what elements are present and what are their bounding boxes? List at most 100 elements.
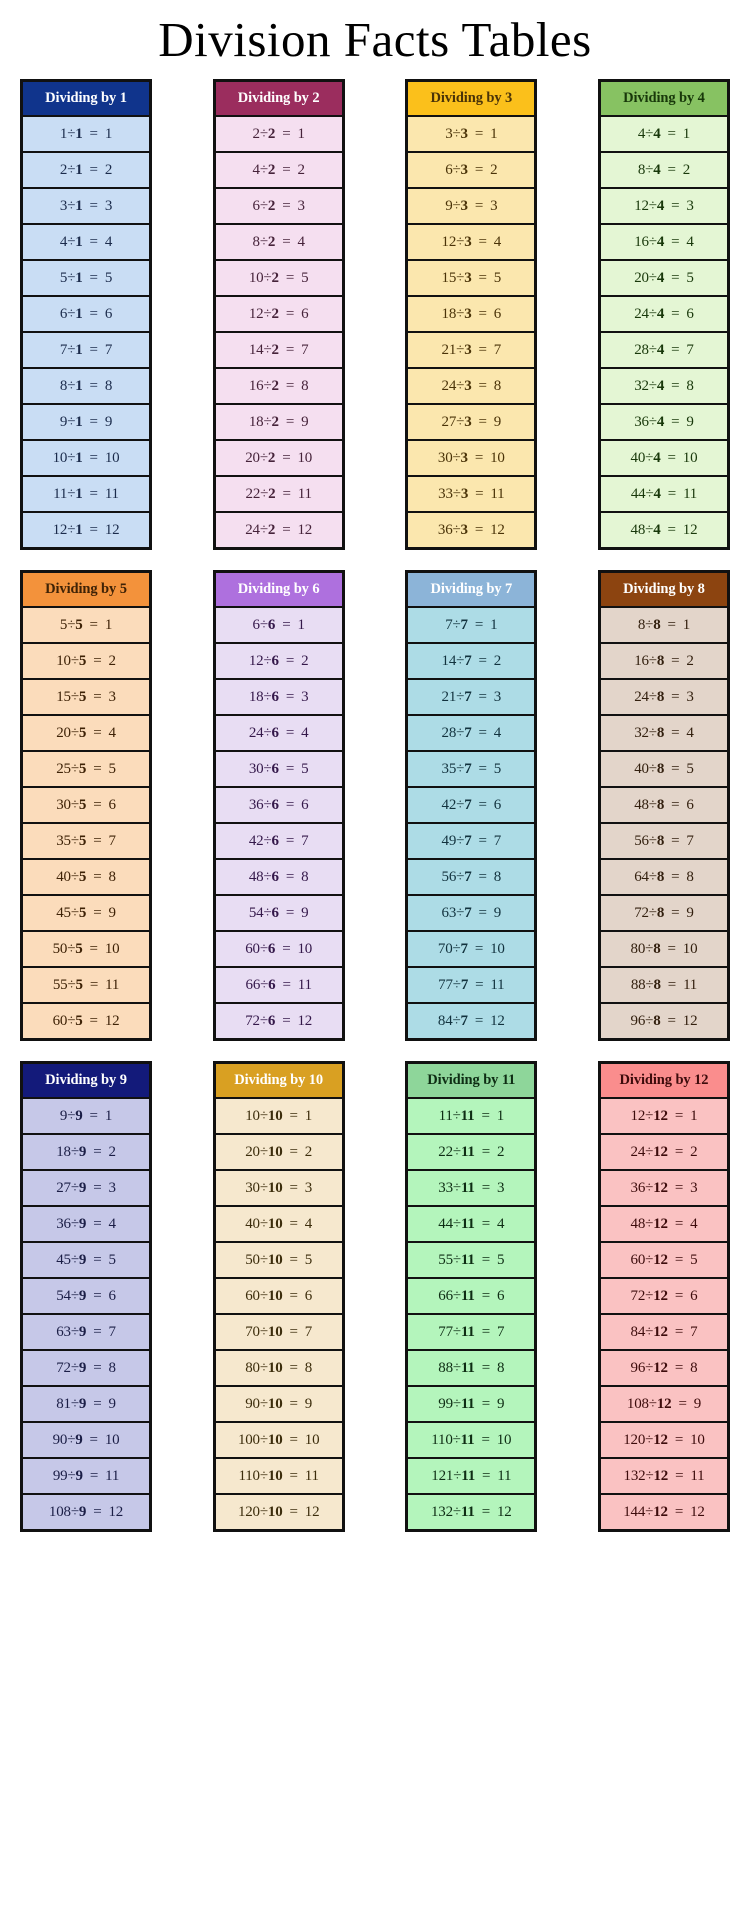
table-row: 18÷6 = 3 — [215, 678, 342, 715]
quotient: 11 — [683, 977, 698, 994]
quotient: 10 — [304, 1432, 320, 1449]
dividend: 54 — [248, 905, 264, 922]
division-sign-icon: ÷ — [70, 797, 79, 814]
divisor: 7 — [460, 617, 469, 634]
divisor: 12 — [653, 1468, 669, 1485]
division-sign-icon: ÷ — [645, 1504, 654, 1521]
division-sign-icon: ÷ — [648, 761, 657, 778]
divisor: 8 — [656, 833, 665, 850]
dividend: 120 — [623, 1432, 646, 1449]
division-sign-icon: ÷ — [70, 1324, 79, 1341]
divisor: 11 — [461, 1468, 476, 1485]
dividend: 90 — [52, 1432, 68, 1449]
equals-sign-icon: = — [282, 126, 291, 143]
quotient: 2 — [297, 162, 305, 179]
division-sign-icon: ÷ — [452, 1013, 461, 1030]
divisor: 5 — [78, 833, 87, 850]
quotient: 6 — [690, 1288, 698, 1305]
dividend: 45 — [56, 1252, 71, 1269]
division-sign-icon: ÷ — [456, 833, 465, 850]
table-row: 33÷3 = 11 — [408, 475, 535, 512]
division-sign-icon: ÷ — [648, 1396, 657, 1413]
divisor: 6 — [271, 653, 280, 670]
dividend: 6 — [445, 162, 453, 179]
divisor: 9 — [78, 1288, 87, 1305]
equals-sign-icon: = — [89, 162, 98, 179]
equals-sign-icon: = — [474, 941, 484, 958]
dividend: 40 — [56, 869, 71, 886]
divisor: 12 — [653, 1504, 668, 1521]
table-row: 56÷7 = 8 — [408, 858, 535, 895]
divisor: 12 — [653, 1108, 668, 1125]
dividend: 81 — [56, 1396, 71, 1413]
division-table-8: Dividing by 8 8÷8 = 1 16÷8 = 2 24÷8 = 3 32÷8 = 4 40÷8… — [597, 570, 730, 1042]
quotient: 10 — [690, 1432, 705, 1449]
equals-sign-icon: = — [478, 725, 487, 742]
division-sign-icon: ÷ — [645, 941, 654, 958]
equals-sign-icon: = — [478, 869, 487, 886]
table-row: 16÷2 = 8 — [215, 367, 342, 404]
equals-sign-icon: = — [93, 833, 102, 850]
table-row: 8÷4 = 2 — [600, 151, 727, 188]
equals-sign-icon: = — [89, 1013, 98, 1030]
division-sign-icon: ÷ — [456, 342, 465, 359]
quotient: 8 — [304, 1360, 313, 1377]
table-group-3: Dividing by 9 9÷9 = 1 18÷9 = 2 27÷9 = 3 36÷9 = 4 45÷9… — [20, 1061, 730, 1533]
table-row: 45÷9 = 5 — [23, 1241, 149, 1278]
table-row: 90÷10 = 9 — [215, 1385, 342, 1422]
divisor: 4 — [653, 126, 661, 143]
division-sign-icon: ÷ — [263, 342, 272, 359]
equals-sign-icon: = — [289, 1360, 298, 1377]
divisor: 3 — [460, 486, 469, 503]
division-sign-icon: ÷ — [456, 725, 465, 742]
division-sign-icon: ÷ — [456, 306, 465, 323]
equals-sign-icon: = — [674, 1504, 684, 1521]
division-facts-page: Division Facts Tables Dividing by 1 1÷1 = 1… — [0, 0, 750, 1920]
dividend: 55 — [52, 977, 68, 994]
dividend: 15 — [441, 270, 457, 287]
dividend: 24 — [248, 725, 264, 742]
divisor: 11 — [460, 1360, 475, 1377]
division-sign-icon: ÷ — [259, 450, 268, 467]
division-sign-icon: ÷ — [452, 1360, 461, 1377]
quotient: 8 — [108, 869, 116, 886]
table-row: 49÷7 = 7 — [408, 822, 535, 859]
equals-sign-icon: = — [474, 198, 484, 215]
divisor: 10 — [267, 1432, 283, 1449]
table-row: 12÷4 = 3 — [600, 187, 727, 224]
division-sign-icon: ÷ — [263, 869, 272, 886]
quotient: 7 — [304, 1324, 313, 1341]
divisor: 3 — [464, 342, 472, 359]
dividend: 32 — [634, 378, 649, 395]
quotient: 8 — [301, 378, 309, 395]
table-header-6: Dividing by 6 — [215, 573, 342, 607]
equals-sign-icon: = — [671, 414, 680, 431]
division-sign-icon: ÷ — [456, 234, 465, 251]
divisor: 7 — [464, 905, 472, 922]
quotient: 9 — [104, 414, 113, 431]
division-sign-icon: ÷ — [70, 689, 79, 706]
quotient: 12 — [108, 1504, 124, 1521]
division-sign-icon: ÷ — [648, 725, 657, 742]
quotient: 6 — [304, 1288, 313, 1305]
quotient: 10 — [104, 941, 120, 958]
divisor: 4 — [656, 342, 665, 359]
quotient: 5 — [686, 761, 694, 778]
divisor: 3 — [464, 270, 472, 287]
division-sign-icon: ÷ — [452, 126, 461, 143]
table-row: 24÷6 = 4 — [215, 714, 342, 751]
equals-sign-icon: = — [478, 689, 487, 706]
equals-sign-icon: = — [285, 414, 295, 431]
equals-sign-icon: = — [667, 617, 676, 634]
equals-sign-icon: = — [93, 1288, 102, 1305]
divisor: 10 — [267, 1288, 283, 1305]
division-sign-icon: ÷ — [67, 1468, 76, 1485]
dividend: 25 — [56, 761, 71, 778]
quotient: 11 — [490, 977, 505, 994]
table-row: 66÷6 = 11 — [215, 966, 342, 1003]
division-sign-icon: ÷ — [645, 162, 654, 179]
table-row: 3÷3 = 1 — [408, 115, 535, 152]
table-row: 11÷11 = 1 — [408, 1097, 535, 1134]
dividend: 36 — [630, 1180, 646, 1197]
dividend: 99 — [52, 1468, 68, 1485]
